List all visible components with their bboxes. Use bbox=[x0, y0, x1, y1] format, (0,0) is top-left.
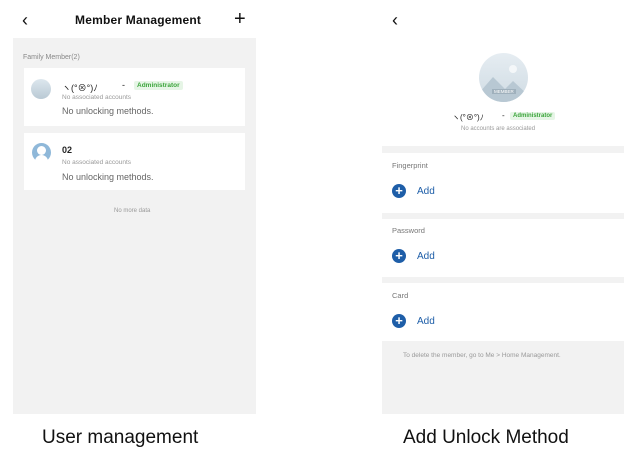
card-section: Card + Add bbox=[382, 283, 624, 341]
member-accounts: No associated accounts bbox=[62, 159, 132, 166]
member-avatar[interactable] bbox=[479, 53, 528, 102]
profile-accounts: No accounts are associated bbox=[461, 126, 536, 132]
add-circle-icon[interactable]: + bbox=[392, 184, 406, 198]
avatar-head-icon bbox=[37, 146, 46, 155]
avatar-badge: MEMBER bbox=[492, 89, 516, 94]
no-more-data: No more data bbox=[114, 208, 151, 214]
add-password-button[interactable]: Add bbox=[417, 251, 435, 262]
admin-badge: Administrator bbox=[510, 112, 556, 120]
password-section: Password + Add bbox=[382, 219, 624, 277]
section-title: Card bbox=[392, 291, 409, 300]
avatar bbox=[31, 79, 51, 99]
member-card-2[interactable]: 02 No associated accounts No unlocking m… bbox=[24, 133, 245, 190]
member-name: 02 bbox=[62, 145, 73, 155]
delete-member-note: To delete the member, go to Me > Home Ma… bbox=[403, 352, 561, 359]
member-methods: No unlocking methods. bbox=[62, 172, 154, 182]
name-dot: - bbox=[122, 80, 125, 90]
back-icon[interactable]: ‹ bbox=[392, 11, 398, 29]
caption-add-unlock-method: Add Unlock Method bbox=[403, 427, 569, 448]
landscape-icon bbox=[479, 65, 528, 102]
profile-name: ヽ(°⊗°)ﾉ bbox=[452, 113, 484, 122]
add-card-button[interactable]: Add bbox=[417, 316, 435, 327]
member-methods: No unlocking methods. bbox=[62, 106, 154, 116]
page-title: Member Management bbox=[75, 13, 202, 27]
add-circle-icon[interactable]: + bbox=[392, 249, 406, 263]
member-name: ヽ(°⊗°)ﾉ bbox=[62, 83, 98, 93]
caption-user-management: User management bbox=[42, 427, 199, 448]
member-card-1[interactable]: ヽ(°⊗°)ﾉ - Administrator No associated ac… bbox=[24, 68, 245, 126]
admin-badge: Administrator bbox=[134, 81, 183, 90]
fingerprint-section: Fingerprint + Add bbox=[382, 153, 624, 213]
section-title: Password bbox=[392, 226, 425, 235]
name-dot: - bbox=[502, 111, 505, 120]
plus-icon[interactable]: + bbox=[234, 9, 246, 29]
add-circle-icon[interactable]: + bbox=[392, 314, 406, 328]
add-fingerprint-button[interactable]: Add bbox=[417, 186, 435, 197]
family-member-label: Family Member(2) bbox=[23, 54, 80, 61]
avatar bbox=[32, 143, 51, 162]
back-icon[interactable]: ‹ bbox=[22, 11, 28, 29]
member-accounts: No associated accounts bbox=[62, 94, 132, 101]
section-title: Fingerprint bbox=[392, 161, 428, 170]
avatar-body-icon bbox=[35, 155, 48, 162]
